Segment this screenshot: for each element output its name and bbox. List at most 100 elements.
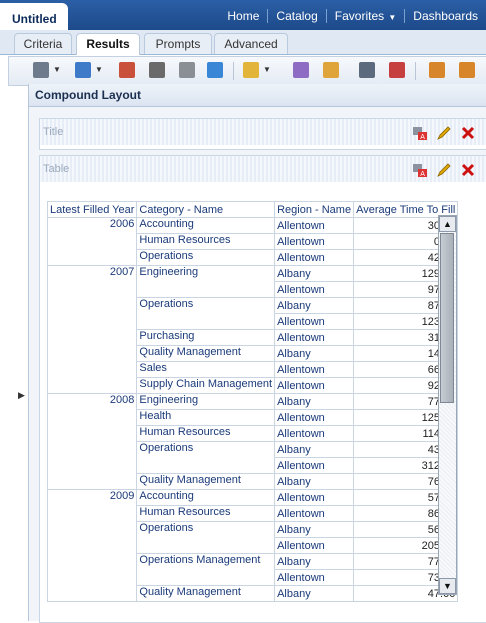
year-cell[interactable] [46, 537, 138, 554]
tab-advanced[interactable]: Advanced [214, 33, 288, 54]
tab-criteria[interactable]: Criteria [14, 33, 72, 54]
region-cell[interactable]: Allentown [274, 569, 355, 586]
year-cell[interactable] [46, 281, 138, 298]
category-cell[interactable] [136, 569, 276, 586]
region-cell[interactable]: Albany [274, 265, 355, 282]
category-cell[interactable]: Engineering [136, 393, 276, 410]
category-cell[interactable]: Accounting [136, 489, 276, 506]
category-cell[interactable]: Quality Management [136, 585, 276, 602]
category-cell[interactable]: Health [136, 409, 276, 426]
year-cell[interactable] [46, 233, 138, 250]
category-cell[interactable] [136, 457, 276, 474]
category-cell[interactable]: Operations [136, 297, 276, 314]
region-cell[interactable]: Allentown [274, 217, 355, 234]
schedule-icon[interactable] [119, 62, 135, 78]
year-cell[interactable]: 2007 [46, 265, 138, 282]
year-cell[interactable] [46, 457, 138, 474]
category-cell[interactable] [136, 537, 276, 554]
region-cell[interactable]: Albany [274, 521, 355, 538]
category-cell[interactable]: Engineering [136, 265, 276, 282]
region-cell[interactable]: Allentown [274, 313, 355, 330]
category-cell[interactable]: Quality Management [136, 473, 276, 490]
category-cell[interactable]: Purchasing [136, 329, 276, 346]
tab-prompts[interactable]: Prompts [144, 33, 212, 54]
category-cell[interactable]: Operations Management [136, 553, 276, 570]
region-cell[interactable]: Allentown [274, 329, 355, 346]
close-icon[interactable] [460, 162, 476, 178]
chevron-down-icon[interactable]: ▼ [95, 65, 103, 74]
year-cell[interactable] [46, 345, 138, 362]
year-cell[interactable] [46, 377, 138, 394]
layout-icon[interactable] [429, 62, 445, 78]
close-icon[interactable] [460, 125, 476, 141]
year-cell[interactable] [46, 441, 138, 458]
nav-favorites[interactable]: Favorites ▼ [325, 9, 405, 23]
region-cell[interactable]: Albany [274, 585, 355, 602]
print-preview-icon[interactable] [179, 62, 195, 78]
table-scrollbar[interactable]: ▲ ▼ [438, 215, 457, 595]
export-icon[interactable] [75, 62, 91, 78]
year-cell[interactable] [46, 569, 138, 586]
year-cell[interactable]: 2008 [46, 393, 138, 410]
region-cell[interactable]: Allentown [274, 489, 355, 506]
category-cell[interactable]: Supply Chain Management [136, 377, 276, 394]
region-cell[interactable]: Allentown [274, 505, 355, 522]
collapse-handle-icon[interactable]: ▶ [18, 390, 25, 401]
nav-dashboards[interactable]: Dashboards [404, 9, 486, 23]
year-cell[interactable] [46, 521, 138, 538]
pencil-icon[interactable] [436, 162, 452, 178]
settings-icon[interactable] [323, 62, 339, 78]
category-cell[interactable]: Quality Management [136, 345, 276, 362]
region-cell[interactable]: Allentown [274, 233, 355, 250]
year-cell[interactable] [46, 297, 138, 314]
layout-properties-icon[interactable] [459, 62, 475, 78]
region-cell[interactable]: Albany [274, 297, 355, 314]
category-cell[interactable] [136, 313, 276, 330]
year-cell[interactable] [46, 361, 138, 378]
document-tab[interactable]: Untitled [0, 3, 68, 30]
column-header-category[interactable]: Category - Name [136, 201, 276, 218]
chevron-down-icon[interactable]: ▼ [53, 65, 61, 74]
year-cell[interactable] [46, 473, 138, 490]
region-cell[interactable]: Albany [274, 345, 355, 362]
category-cell[interactable]: Human Resources [136, 505, 276, 522]
scrollbar-thumb[interactable] [440, 233, 454, 403]
delete-view-icon[interactable] [389, 62, 405, 78]
region-cell[interactable]: Allentown [274, 249, 355, 266]
region-cell[interactable]: Allentown [274, 281, 355, 298]
category-cell[interactable]: Sales [136, 361, 276, 378]
column-header-year[interactable]: Latest Filled Year [46, 201, 138, 218]
nav-home[interactable]: Home [219, 9, 267, 23]
format-view-icon[interactable]: A [412, 162, 428, 178]
column-header-region[interactable]: Region - Name [274, 201, 355, 218]
chevron-down-icon[interactable]: ▼ [263, 65, 271, 74]
year-cell[interactable]: 2006 [46, 217, 138, 234]
region-cell[interactable]: Albany [274, 553, 355, 570]
region-cell[interactable]: Allentown [274, 457, 355, 474]
year-cell[interactable] [46, 329, 138, 346]
scroll-down-icon[interactable]: ▼ [439, 578, 456, 594]
pencil-icon[interactable] [436, 125, 452, 141]
year-cell[interactable] [46, 505, 138, 522]
region-cell[interactable]: Albany [274, 393, 355, 410]
category-cell[interactable]: Operations [136, 521, 276, 538]
region-cell[interactable]: Allentown [274, 425, 355, 442]
year-cell[interactable] [46, 425, 138, 442]
year-cell[interactable] [46, 249, 138, 266]
year-cell[interactable] [46, 585, 138, 602]
refresh-icon[interactable] [207, 62, 223, 78]
year-cell[interactable] [46, 409, 138, 426]
category-cell[interactable]: Human Resources [136, 425, 276, 442]
show-selections-icon[interactable] [293, 62, 309, 78]
xyz-edit-icon[interactable] [359, 62, 375, 78]
format-view-icon[interactable]: A [412, 125, 428, 141]
tab-results[interactable]: Results [76, 33, 140, 55]
scroll-up-icon[interactable]: ▲ [439, 216, 456, 232]
nav-catalog[interactable]: Catalog [267, 9, 325, 23]
preview-icon[interactable] [149, 62, 165, 78]
category-cell[interactable]: Accounting [136, 217, 276, 234]
category-cell[interactable]: Human Resources [136, 233, 276, 250]
year-cell[interactable] [46, 553, 138, 570]
region-cell[interactable]: Allentown [274, 409, 355, 426]
year-cell[interactable] [46, 313, 138, 330]
